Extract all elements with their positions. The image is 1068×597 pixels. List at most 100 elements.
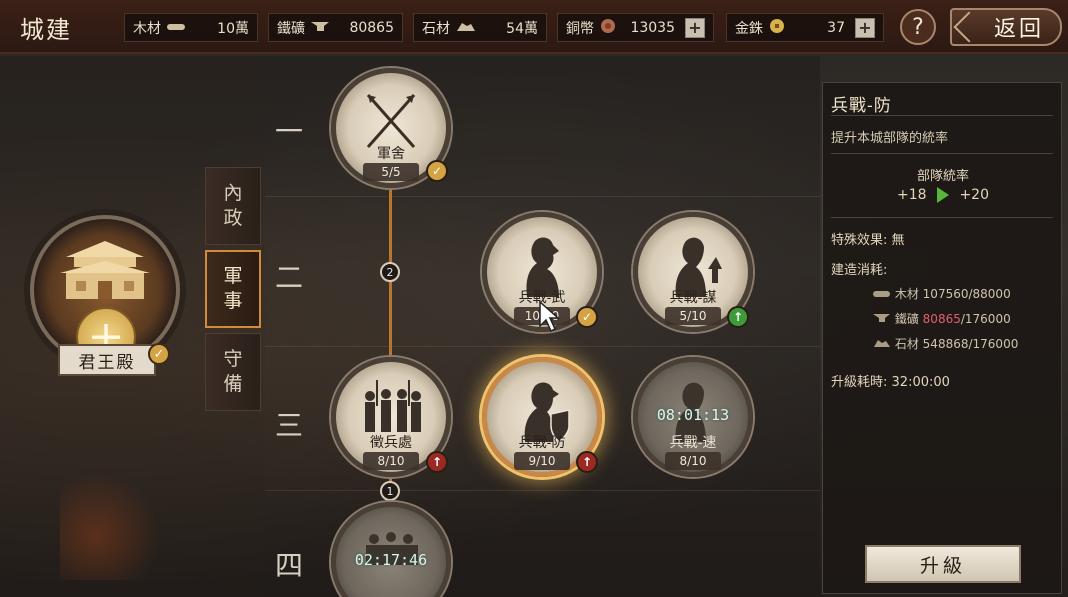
tab-military[interactable]: 軍 事 [205,250,261,328]
add-gold-button[interactable]: + [855,17,875,38]
cost-label: 建造消耗: [831,263,888,278]
connector-count: 2 [380,262,400,282]
cost-wood: 木材 107560/88000 [873,285,1011,302]
check-icon: ✓ [576,306,598,328]
cost-have-insufficient: 80865 [922,312,961,326]
gold-coin-icon [769,18,785,38]
resource-label: 銅幣 [566,20,594,37]
node-name: 軍舍 [377,146,405,162]
wood-icon [873,291,890,297]
resource-label: 石材 [422,20,450,37]
resource-iron: 鐵礦 80865 [268,13,403,42]
resource-copper: 銅幣 13035 + [557,13,714,42]
divider [831,115,1053,116]
tab-label: 內 [223,182,243,204]
cost-need: /176000 [968,337,1019,351]
node-level: 5/10 [665,307,721,325]
copper-coin-icon [600,18,616,38]
resource-value: 13035 [630,19,675,36]
resource-stone: 石材 54萬 [413,13,547,42]
add-copper-button[interactable]: + [685,17,705,38]
resource-wood: 木材 10萬 [124,13,258,42]
cost-have: 548868 [922,337,969,351]
node-name: 兵戰-謀 [669,290,717,306]
upgrade-locked-icon: ↑ [426,451,448,473]
cost-iron: 鐵礦 80865/176000 [873,310,1011,327]
upgrade-available-icon: ↑ [727,306,749,328]
node-level: 8/10 [363,452,419,470]
build-timer: 08:01:13 [656,406,730,424]
tier-label: 二 [275,261,304,294]
stat-name: 部隊統率 [916,169,969,184]
iron-icon [873,314,890,322]
tab-defense[interactable]: 守 備 [205,333,261,411]
node-level: 5/5 [363,163,419,181]
cursor-icon [539,300,560,333]
tab-label: 事 [223,290,243,312]
resource-value: 54萬 [506,20,538,37]
connector-count: 1 [380,481,400,501]
detail-title: 兵戰-防 [831,96,892,116]
check-icon: ✓ [426,160,448,182]
help-button[interactable]: ? [900,9,936,45]
upgrade-time: 升級耗時: 32:00:00 [831,371,950,390]
upgrade-locked-icon: ↑ [576,451,598,473]
divider [831,217,1053,218]
node-name: 徵兵處 [370,435,412,451]
node-name: 兵戰-速 [669,435,717,451]
back-arrow-icon [953,11,985,43]
stat-from: +18 [897,187,927,203]
divider [831,153,1053,154]
tab-internal-affairs[interactable]: 內 政 [205,167,261,245]
time-label: 升級耗時: [831,375,888,390]
row-divider [265,196,820,197]
stat-to: +20 [959,187,989,203]
check-icon: ✓ [148,343,170,365]
cost-name: 木材 [894,287,919,301]
cost-stone: 石材 548868/176000 [873,335,1018,352]
cost-name: 鐵礦 [894,312,919,326]
iron-icon [311,20,331,36]
node-level: 8/10 [665,452,721,470]
build-timer: 02:17:46 [354,551,428,569]
tier-label: 三 [275,409,304,442]
tier-label: 一 [275,115,304,148]
cost-have: 107560 [922,287,969,301]
tech-node-war-speed[interactable]: 08:01:13 兵戰-速 8/10 [633,357,753,477]
special-effect: 特殊效果: 無 [831,229,905,248]
resource-gold: 金銖 37 + [726,13,884,42]
row-divider [265,346,820,347]
resource-label: 木材 [133,20,161,37]
time-value: 32:00:00 [891,375,950,390]
back-button[interactable]: 返回 [950,8,1062,46]
special-value: 無 [891,233,905,248]
tier-label: 四 [275,549,304,582]
palace-icon [60,241,150,299]
tab-label: 政 [223,207,243,229]
back-label: 返回 [993,17,1044,42]
resource-label: 金銖 [735,20,763,37]
tab-label: 軍 [223,265,243,287]
arrow-right-icon [937,187,949,203]
resource-value: 80865 [349,19,394,36]
stone-icon [456,20,476,36]
king-palace-label: 君王殿 [58,344,156,376]
cost-need: /176000 [960,312,1011,326]
node-level: 9/10 [514,452,570,470]
resource-label: 鐵礦 [277,20,305,37]
detail-description: 提升本城部隊的統率 [831,131,949,146]
node-name: 兵戰-防 [518,435,566,451]
resource-value: 37 [827,19,845,36]
page-title: 城建 [20,16,72,44]
tab-label: 備 [223,373,243,395]
cost-name: 石材 [894,337,919,351]
row-divider [265,490,820,491]
upgrade-button[interactable]: 升級 [865,545,1021,583]
special-label: 特殊效果: [831,233,888,248]
wood-icon [167,20,187,36]
cost-need: /88000 [968,287,1011,301]
stone-icon [874,340,890,347]
resource-value: 10萬 [217,20,249,37]
stat-change: +18 +20 [823,187,1063,203]
tab-label: 守 [223,348,243,370]
